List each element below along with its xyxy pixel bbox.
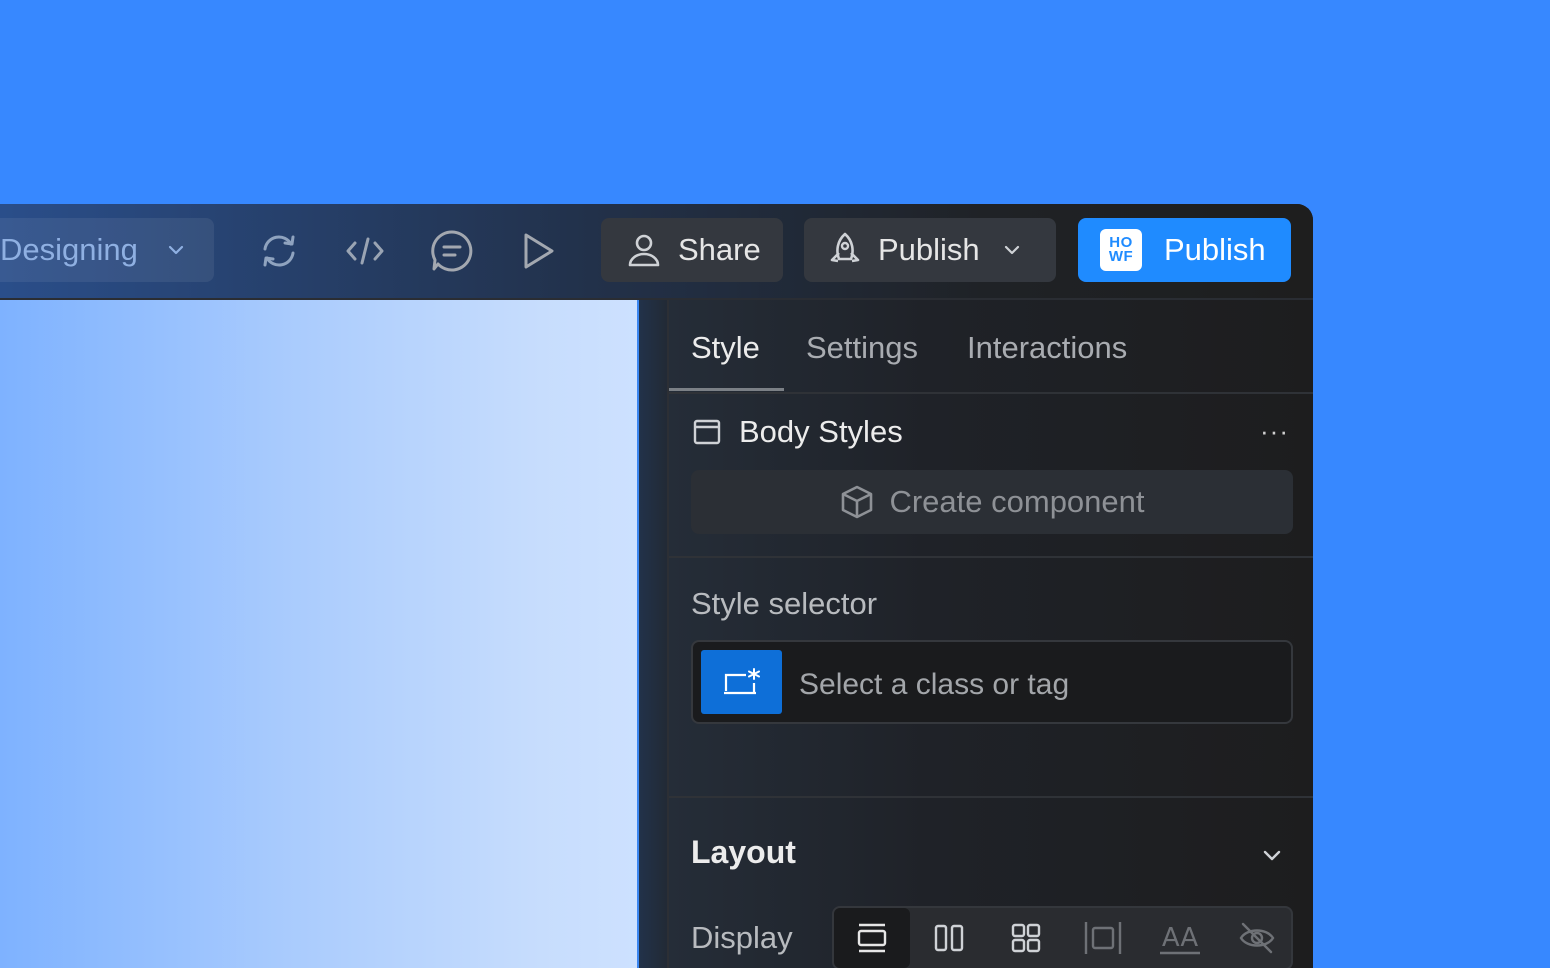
selector-tag-icon[interactable]	[701, 650, 782, 714]
body-element-icon	[693, 418, 721, 451]
canvas-gutter	[639, 300, 667, 968]
publish-button[interactable]: HO WF Publish	[1078, 218, 1291, 282]
style-selector-label: Style selector	[691, 586, 878, 621]
display-block-button[interactable]	[834, 908, 910, 968]
preview-play-icon[interactable]	[515, 228, 561, 274]
code-icon[interactable]	[342, 228, 388, 274]
publish-dropdown-button[interactable]: Publish	[804, 218, 1056, 282]
howf-logo: HO WF	[1100, 229, 1142, 271]
display-inline-block-button[interactable]	[1065, 908, 1141, 968]
inline-block-icon	[1084, 922, 1122, 954]
top-toolbar: Designing Share Publish HO WF Publish	[0, 204, 1313, 300]
create-component-button[interactable]: Create component	[691, 470, 1293, 534]
layout-section: Layout Display AA	[669, 798, 1313, 968]
publish-label: Publish	[1164, 232, 1266, 267]
style-selector-input[interactable]: Select a class or tag	[691, 640, 1293, 724]
user-icon	[626, 232, 662, 268]
designer-window: Designing Share Publish HO WF Publish St…	[0, 204, 1313, 968]
create-component-label: Create component	[889, 484, 1145, 519]
publish-dropdown-label: Publish	[878, 232, 980, 267]
panel-tabs: Style Settings Interactions	[669, 300, 1313, 394]
style-selector-placeholder: Select a class or tag	[799, 668, 1070, 701]
design-canvas[interactable]	[0, 300, 639, 968]
active-tab-indicator	[669, 388, 784, 391]
display-label: Display	[691, 920, 793, 955]
style-selector-section: Style selector Select a class or tag	[669, 558, 1313, 798]
more-options-icon[interactable]: ···	[1260, 416, 1289, 447]
inline-text-icon: AA	[1160, 923, 1200, 955]
display-flex-button[interactable]	[911, 908, 987, 968]
grid-icon	[1011, 923, 1041, 953]
chevron-down-icon	[166, 240, 186, 265]
mode-label: Designing	[0, 232, 138, 267]
display-mode-selector: AA	[832, 906, 1293, 968]
style-panel: Style Settings Interactions Body Styles …	[667, 300, 1313, 968]
tab-interactions[interactable]: Interactions	[967, 330, 1127, 366]
share-label: Share	[678, 232, 761, 267]
hidden-icon	[1239, 922, 1275, 954]
display-inline-button[interactable]: AA	[1142, 908, 1218, 968]
share-button[interactable]: Share	[601, 218, 783, 282]
mode-dropdown[interactable]: Designing	[0, 218, 214, 282]
comment-icon[interactable]	[429, 228, 475, 274]
element-name: Body Styles	[739, 414, 903, 449]
block-icon	[857, 923, 887, 953]
chevron-down-icon[interactable]	[1261, 844, 1283, 871]
svg-text:AA: AA	[1162, 923, 1199, 953]
display-none-button[interactable]	[1219, 908, 1295, 968]
sync-icon[interactable]	[256, 228, 302, 274]
rocket-icon	[826, 231, 864, 269]
tab-settings[interactable]: Settings	[806, 330, 918, 366]
flex-icon	[934, 924, 964, 952]
layout-title[interactable]: Layout	[691, 834, 796, 871]
element-section: Body Styles ··· Create component	[669, 392, 1313, 558]
display-grid-button[interactable]	[988, 908, 1064, 968]
tab-style[interactable]: Style	[691, 330, 760, 366]
component-cube-icon	[842, 485, 873, 519]
chevron-down-icon	[1002, 240, 1022, 260]
